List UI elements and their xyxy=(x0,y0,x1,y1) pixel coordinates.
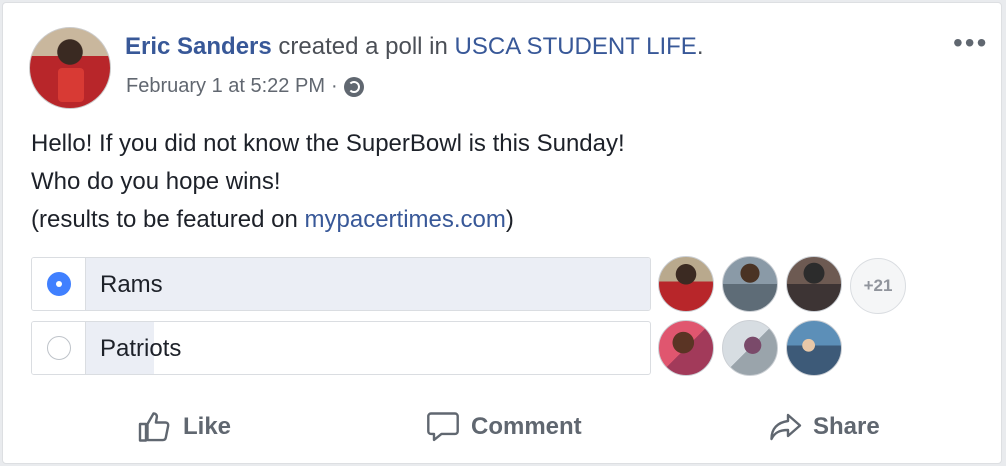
author-name-link[interactable]: Eric Sanders xyxy=(125,33,272,60)
voter-avatar[interactable] xyxy=(786,320,842,376)
poll-option-patriots[interactable]: Patriots xyxy=(31,321,651,375)
timestamp-link[interactable]: February 1 at 5:22 PM xyxy=(126,75,325,98)
voter-avatar[interactable] xyxy=(722,320,778,376)
poll-option-label: Rams xyxy=(100,271,163,298)
body-line: Hello! If you did not know the SuperBowl… xyxy=(31,130,625,157)
thumbs-up-icon xyxy=(138,412,170,442)
more-options-icon[interactable]: ••• xyxy=(953,29,988,57)
comment-bubble-icon xyxy=(427,412,459,442)
poll-radio-cell[interactable] xyxy=(32,322,86,374)
voter-avatar[interactable] xyxy=(658,256,714,312)
radio-unselected[interactable] xyxy=(46,336,71,360)
body-line: (results to be featured on mypacertimes.… xyxy=(31,206,514,233)
external-link[interactable]: mypacertimes.com xyxy=(305,206,506,233)
globe-icon[interactable] xyxy=(343,76,364,97)
voter-avatar[interactable] xyxy=(658,320,714,376)
post-body: Hello! If you did not know the SuperBowl… xyxy=(31,125,625,239)
group-name-link[interactable]: USCA STUDENT LIFE xyxy=(455,33,697,60)
like-button[interactable]: Like xyxy=(137,409,231,445)
share-label: Share xyxy=(813,413,880,440)
poll-option-rams[interactable]: Rams xyxy=(31,257,651,311)
voter-avatar[interactable] xyxy=(786,256,842,312)
body-line: Who do you hope wins! xyxy=(31,168,281,195)
meta-separator: · xyxy=(330,75,338,97)
comment-button[interactable]: Comment xyxy=(425,409,582,445)
share-button[interactable]: Share xyxy=(767,409,880,445)
voter-avatar[interactable] xyxy=(722,256,778,312)
comment-label: Comment xyxy=(471,413,582,440)
more-voters-badge[interactable]: +21 xyxy=(850,258,906,314)
post-card: Eric Sanders created a poll in USCA STUD… xyxy=(2,2,1002,464)
author-avatar[interactable] xyxy=(29,27,111,109)
post-actions: Like Comment Share xyxy=(3,393,1003,463)
radio-selected[interactable] xyxy=(46,272,71,296)
header-period: . xyxy=(696,33,704,60)
poll-radio-cell[interactable] xyxy=(32,258,86,310)
post-header: Eric Sanders created a poll in USCA STUD… xyxy=(125,33,703,61)
like-label: Like xyxy=(183,413,232,440)
post-meta: February 1 at 5:22 PM · xyxy=(126,75,364,98)
poll-option-fill xyxy=(86,258,650,310)
share-arrow-icon xyxy=(770,413,802,441)
action-text: created a poll in xyxy=(271,33,455,60)
poll-option-label: Patriots xyxy=(100,335,182,362)
